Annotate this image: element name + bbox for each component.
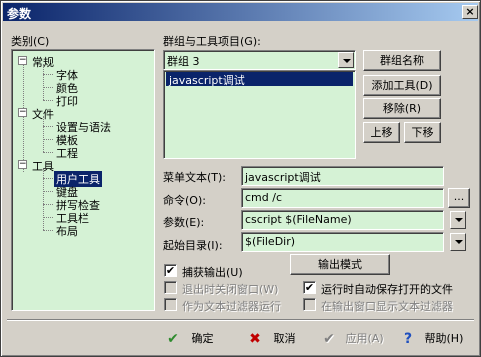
auto-save-label: 运行时自动保存打开的文件	[321, 283, 453, 296]
parameters-dialog: 参数 × 类别(C) − − − 常规 字体 颜色 打印 文件 设置与语法 模板…	[0, 0, 481, 357]
ok-label: 确定	[191, 332, 214, 345]
run-as-filter-label: 作为文本过滤器运行	[182, 300, 281, 313]
capture-output-checkbox[interactable]: ✔	[164, 264, 177, 277]
chevron-down-icon[interactable]	[450, 211, 466, 229]
tree-line	[43, 204, 53, 205]
tree-item-project[interactable]: 工程	[56, 145, 78, 161]
close-icon: ×	[465, 5, 475, 18]
cancel-label: 取消	[273, 332, 296, 345]
tree-line	[43, 139, 53, 140]
chevron-down-icon[interactable]	[338, 52, 354, 68]
auto-save-checkbox[interactable]: ✔	[303, 281, 316, 294]
tool-list-item[interactable]: javascript调试	[169, 72, 245, 88]
move-up-button[interactable]: 上移	[363, 122, 400, 143]
collapse-icon[interactable]: −	[18, 108, 27, 117]
command-field[interactable]: cmd /c	[241, 188, 444, 208]
chevron-down-icon[interactable]	[450, 233, 466, 251]
ok-button[interactable]: ✔ 确定	[164, 328, 214, 350]
tree-item-layout[interactable]: 布局	[56, 223, 78, 239]
start-dir-value: $(FileDir)	[245, 235, 296, 248]
check-icon: ✔	[304, 281, 315, 294]
menu-text-field[interactable]: javascript调试	[241, 166, 444, 186]
ok-check-icon: ✔	[167, 331, 179, 347]
apply-check-icon: ✔	[323, 331, 335, 347]
help-button[interactable]: ? 帮助(H)	[399, 328, 463, 350]
browse-button[interactable]: ...	[448, 188, 470, 208]
category-label: 类别(C)	[11, 35, 50, 48]
command-label: 命令(O):	[163, 194, 206, 207]
start-dir-label: 起始目录(I):	[163, 239, 223, 252]
help-question-icon: ?	[403, 331, 413, 347]
cancel-button[interactable]: ✖ 取消	[246, 328, 296, 350]
move-down-button[interactable]: 下移	[404, 122, 441, 143]
remove-button[interactable]: 移除(R)	[363, 98, 441, 119]
tree-line	[43, 230, 53, 231]
cancel-x-icon: ✖	[249, 331, 261, 347]
tool-list[interactable]: javascript调试	[163, 70, 356, 159]
tree-line	[43, 152, 53, 153]
groups-label: 群组与工具项目(G):	[163, 35, 261, 48]
show-filter-checkbox[interactable]	[303, 298, 316, 311]
collapse-icon[interactable]: −	[18, 160, 27, 169]
apply-button[interactable]: ✔ 应用(A)	[320, 328, 384, 350]
args-field[interactable]: cscript $(FileName)	[241, 210, 444, 230]
args-value: cscript $(FileName)	[245, 213, 352, 226]
tree-item-file[interactable]: 文件	[32, 106, 54, 122]
window-title: 参数	[7, 7, 32, 21]
show-filter-label: 在输出窗口显示文本过滤器	[321, 300, 453, 313]
close-on-exit-checkbox[interactable]	[164, 281, 177, 294]
close-button[interactable]: ×	[462, 5, 478, 19]
footer-divider	[7, 319, 474, 321]
apply-label: 应用(A)	[345, 332, 384, 345]
tree-line	[43, 191, 53, 192]
tree-item-tools[interactable]: 工具	[32, 158, 54, 174]
group-name-button[interactable]: 群组名称	[363, 50, 441, 71]
close-on-exit-label: 退出时关闭窗口(W)	[182, 283, 279, 296]
tree-line	[43, 126, 53, 127]
group-select-value: 群组 3	[167, 55, 200, 68]
run-as-filter-checkbox[interactable]	[164, 298, 177, 311]
category-tree[interactable]: − − − 常规 字体 颜色 打印 文件 设置与语法 模板 工程 工具 用户工具…	[11, 49, 155, 311]
tree-line	[43, 74, 53, 75]
tree-line	[43, 217, 53, 218]
tree-line	[43, 178, 53, 179]
capture-output-label: 捕获输出(U)	[182, 266, 243, 279]
tree-item-print[interactable]: 打印	[56, 93, 78, 109]
output-mode-button[interactable]: 输出模式	[290, 254, 390, 275]
tree-line	[43, 87, 53, 88]
args-label: 参数(E):	[163, 216, 205, 229]
menu-text-value: javascript调试	[245, 171, 321, 184]
start-dir-field[interactable]: $(FileDir)	[241, 232, 444, 252]
tree-item-general[interactable]: 常规	[32, 54, 54, 70]
add-tool-button[interactable]: 添加工具(D)	[363, 75, 441, 96]
command-value: cmd /c	[245, 191, 282, 204]
tree-line	[43, 100, 53, 101]
title-bar[interactable]: 参数 ×	[3, 3, 478, 21]
check-icon: ✔	[165, 264, 176, 277]
menu-text-label: 菜单文本(T):	[163, 171, 227, 184]
collapse-icon[interactable]: −	[18, 56, 27, 65]
group-select[interactable]: 群组 3	[163, 50, 356, 70]
help-label: 帮助(H)	[424, 332, 464, 345]
